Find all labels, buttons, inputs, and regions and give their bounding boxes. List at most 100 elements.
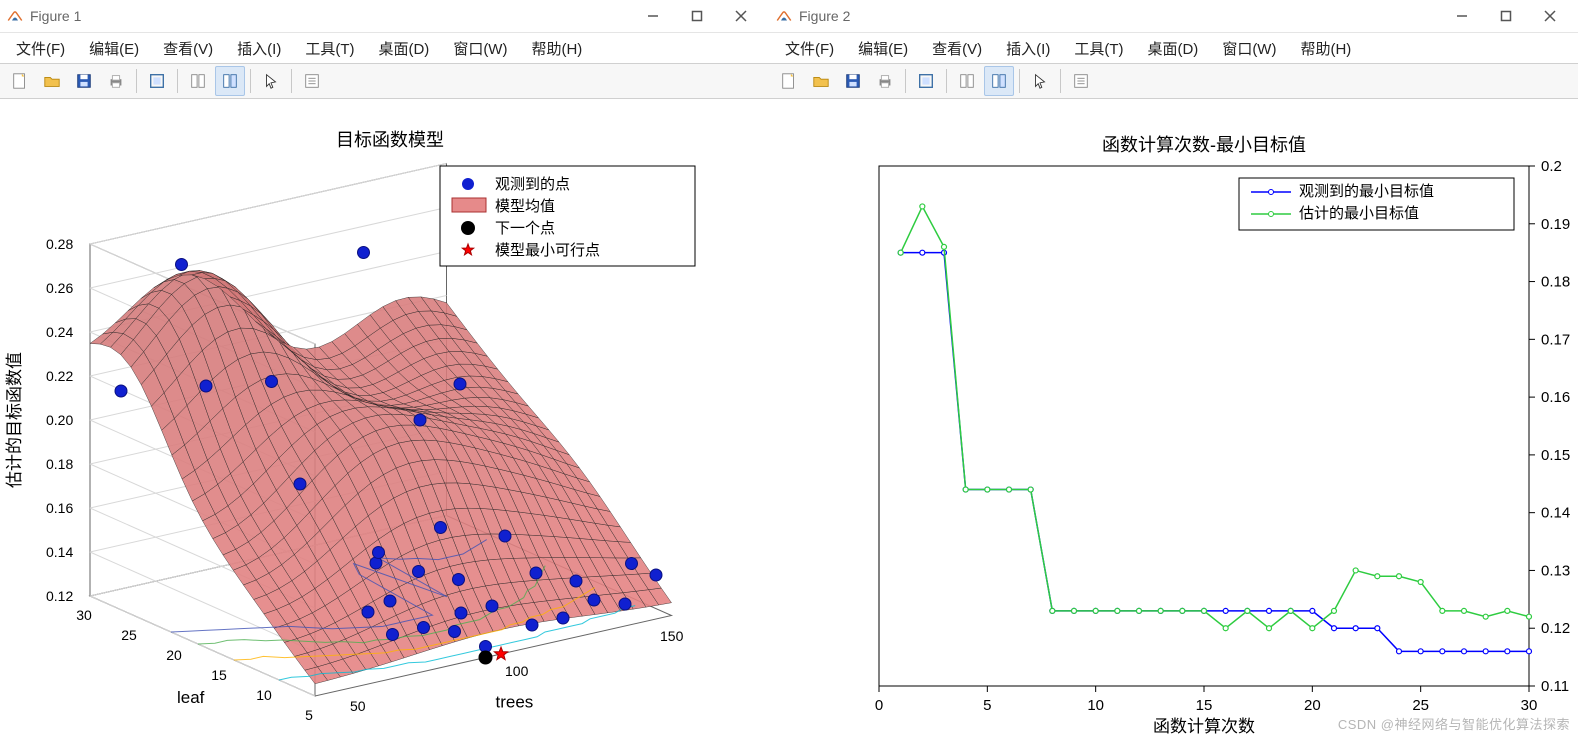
menu-view[interactable]: 查看(V) (151, 34, 225, 63)
open-icon[interactable] (806, 66, 836, 96)
new-figure-icon[interactable] (5, 66, 35, 96)
titlebar[interactable]: Figure 1 (0, 0, 769, 33)
svg-text:0.28: 0.28 (46, 236, 73, 252)
menu-tools[interactable]: 工具(T) (1062, 34, 1135, 63)
svg-text:0.26: 0.26 (46, 280, 73, 296)
svg-text:100: 100 (505, 663, 529, 679)
svg-text:0.15: 0.15 (1541, 447, 1570, 464)
chart-3d-canvas: 0.12 0.14 0.16 0.18 0.20 0.22 0.24 0.26 0.28 30 25… (0, 96, 769, 739)
menu-window[interactable]: 窗口(W) (441, 34, 519, 63)
menu-window[interactable]: 窗口(W) (1210, 34, 1288, 63)
svg-text:150: 150 (660, 628, 684, 644)
cursor-icon[interactable] (256, 66, 286, 96)
svg-text:0.18: 0.18 (1541, 274, 1570, 291)
svg-text:0.12: 0.12 (46, 588, 73, 604)
svg-text:观测到的点: 观测到的点 (495, 176, 570, 193)
svg-text:函数计算次数-最小目标值: 函数计算次数-最小目标值 (1102, 135, 1306, 155)
minimize-button[interactable] (1440, 1, 1484, 31)
menu-desktop[interactable]: 桌面(D) (366, 34, 441, 63)
menu-edit[interactable]: 编辑(E) (77, 34, 151, 63)
svg-text:0.11: 0.11 (1541, 678, 1569, 695)
figure-window-1: Figure 1 文件(F) 编辑(E) 查看(V) 插入(I) 工具(T) 桌… (0, 0, 769, 739)
titlebar[interactable]: Figure 2 (769, 0, 1578, 33)
svg-text:函数计算次数: 函数计算次数 (1153, 717, 1255, 736)
svg-text:15: 15 (1196, 697, 1213, 714)
insert-box-icon[interactable] (1066, 66, 1096, 96)
svg-text:25: 25 (1412, 697, 1429, 714)
menu-help[interactable]: 帮助(H) (519, 34, 594, 63)
svg-text:leaf: leaf (177, 688, 205, 707)
menu-insert[interactable]: 插入(I) (994, 34, 1062, 63)
menu-insert[interactable]: 插入(I) (225, 34, 293, 63)
svg-text:0.16: 0.16 (46, 500, 73, 516)
save-icon[interactable] (69, 66, 99, 96)
linked-selection-icon[interactable] (984, 66, 1014, 96)
matlab-logo-icon (775, 7, 793, 25)
plot-area-1[interactable]: 0.12 0.14 0.16 0.18 0.20 0.22 0.24 0.26 0.28 30 25… (0, 96, 769, 739)
svg-text:0.20: 0.20 (46, 412, 73, 428)
svg-text:0.13: 0.13 (1541, 562, 1570, 579)
print-icon[interactable] (101, 66, 131, 96)
svg-text:估计的目标函数值: 估计的目标函数值 (5, 352, 24, 488)
menu-desktop[interactable]: 桌面(D) (1135, 34, 1210, 63)
menu-tools[interactable]: 工具(T) (293, 34, 366, 63)
svg-text:0.19: 0.19 (1541, 216, 1570, 233)
svg-text:估计的最小目标值: 估计的最小目标值 (1299, 205, 1419, 222)
svg-text:5: 5 (983, 697, 991, 714)
svg-text:30: 30 (1521, 697, 1538, 714)
close-button[interactable] (1528, 1, 1572, 31)
chart-line-canvas: 函数计算次数-最小目标值 0 5 10 15 20 25 30 函数计算次数 0.11 0.12 0.… (769, 96, 1578, 739)
svg-text:模型最小可行点: 模型最小可行点 (495, 242, 600, 259)
svg-text:0.2: 0.2 (1541, 158, 1562, 175)
menu-help[interactable]: 帮助(H) (1288, 34, 1363, 63)
cursor-icon[interactable] (1025, 66, 1055, 96)
svg-text:50: 50 (350, 698, 366, 714)
svg-text:0.14: 0.14 (1541, 505, 1570, 522)
menu-file[interactable]: 文件(F) (773, 34, 846, 63)
window-title: Figure 2 (799, 8, 850, 24)
svg-text:0.18: 0.18 (46, 456, 73, 472)
svg-text:0.12: 0.12 (1541, 620, 1570, 637)
menubar: 文件(F) 编辑(E) 查看(V) 插入(I) 工具(T) 桌面(D) 窗口(W… (0, 33, 769, 64)
svg-text:0.14: 0.14 (46, 544, 73, 560)
svg-text:20: 20 (1304, 697, 1321, 714)
svg-text:0.17: 0.17 (1541, 331, 1570, 348)
svg-text:0.24: 0.24 (46, 324, 73, 340)
svg-text:0.22: 0.22 (46, 368, 73, 384)
figure-window-2: Figure 2 文件(F) 编辑(E) 查看(V) 插入(I) 工具(T) 桌… (769, 0, 1578, 739)
svg-text:trees: trees (496, 693, 534, 712)
linked-selection-icon[interactable] (215, 66, 245, 96)
svg-text:5: 5 (305, 707, 313, 723)
plot-tools-icon[interactable] (952, 66, 982, 96)
print-icon[interactable] (870, 66, 900, 96)
maximize-button[interactable] (1484, 1, 1528, 31)
svg-text:10: 10 (1087, 697, 1104, 714)
menu-view[interactable]: 查看(V) (920, 34, 994, 63)
svg-text:观测到的最小目标值: 观测到的最小目标值 (1299, 183, 1434, 200)
new-figure-icon[interactable] (774, 66, 804, 96)
toolbar (0, 64, 769, 99)
menu-edit[interactable]: 编辑(E) (846, 34, 920, 63)
plot-tools-icon[interactable] (183, 66, 213, 96)
svg-text:模型均值: 模型均值 (495, 198, 555, 215)
svg-text:25: 25 (121, 627, 137, 643)
svg-text:下一个点: 下一个点 (495, 220, 555, 237)
plot-area-2[interactable]: 函数计算次数-最小目标值 0 5 10 15 20 25 30 函数计算次数 0.11 0.12 0.… (769, 96, 1578, 739)
toolbar (769, 64, 1578, 99)
menubar: 文件(F) 编辑(E) 查看(V) 插入(I) 工具(T) 桌面(D) 窗口(W… (769, 33, 1578, 64)
svg-text:10: 10 (256, 687, 272, 703)
svg-text:15: 15 (211, 667, 227, 683)
figure-palette-icon[interactable] (911, 66, 941, 96)
svg-text:0: 0 (875, 697, 883, 714)
open-icon[interactable] (37, 66, 67, 96)
insert-box-icon[interactable] (297, 66, 327, 96)
figure-palette-icon[interactable] (142, 66, 172, 96)
menu-file[interactable]: 文件(F) (4, 34, 77, 63)
svg-text:目标函数模型: 目标函数模型 (336, 130, 444, 150)
svg-text:30: 30 (76, 607, 92, 623)
maximize-button[interactable] (675, 1, 719, 31)
close-button[interactable] (719, 1, 763, 31)
save-icon[interactable] (838, 66, 868, 96)
minimize-button[interactable] (631, 1, 675, 31)
matlab-logo-icon (6, 7, 24, 25)
